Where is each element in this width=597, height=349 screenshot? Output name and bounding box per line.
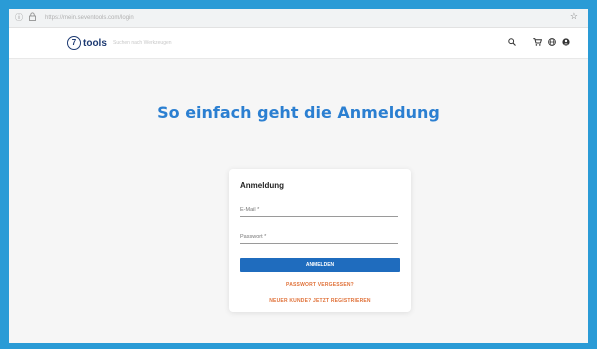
url-text[interactable]: https://mein.seventools.com/login <box>45 13 134 23</box>
lock-icon[interactable] <box>29 12 36 25</box>
logo[interactable]: 7 tools <box>67 36 107 50</box>
password-field-label[interactable]: Passwort * <box>240 234 266 240</box>
search-icon[interactable] <box>508 37 516 49</box>
forgot-password-link[interactable]: PASSWORT VERGESSEN? <box>229 282 411 288</box>
card-title: Anmeldung <box>240 181 284 190</box>
login-button[interactable]: ANMELDEN <box>240 258 400 272</box>
user-icon[interactable] <box>562 37 570 49</box>
logo-text: tools <box>83 37 107 49</box>
search-input[interactable]: Suchen nach Werkzeugen <box>113 39 203 47</box>
globe-icon[interactable] <box>548 37 556 49</box>
password-field[interactable] <box>240 243 398 244</box>
site-header: 7 tools Suchen nach Werkzeugen <box>9 28 588 59</box>
email-field[interactable] <box>240 216 398 217</box>
browser-window: ⓘ https://mein.seventools.com/login ☆ 7 … <box>9 9 588 343</box>
star-icon[interactable]: ☆ <box>570 11 578 22</box>
logo-mark: 7 <box>67 36 81 50</box>
login-card: Anmeldung E-Mail * Passwort * ANMELDEN P… <box>229 169 411 312</box>
address-bar[interactable]: ⓘ https://mein.seventools.com/login ☆ <box>9 9 588 28</box>
info-icon[interactable]: ⓘ <box>15 12 23 24</box>
email-field-label[interactable]: E-Mail * <box>240 207 259 213</box>
cart-icon[interactable] <box>533 37 543 49</box>
register-link[interactable]: NEUER KUNDE? JETZT REGISTRIEREN <box>229 298 411 304</box>
page-title: So einfach geht die Anmeldung <box>157 103 440 122</box>
